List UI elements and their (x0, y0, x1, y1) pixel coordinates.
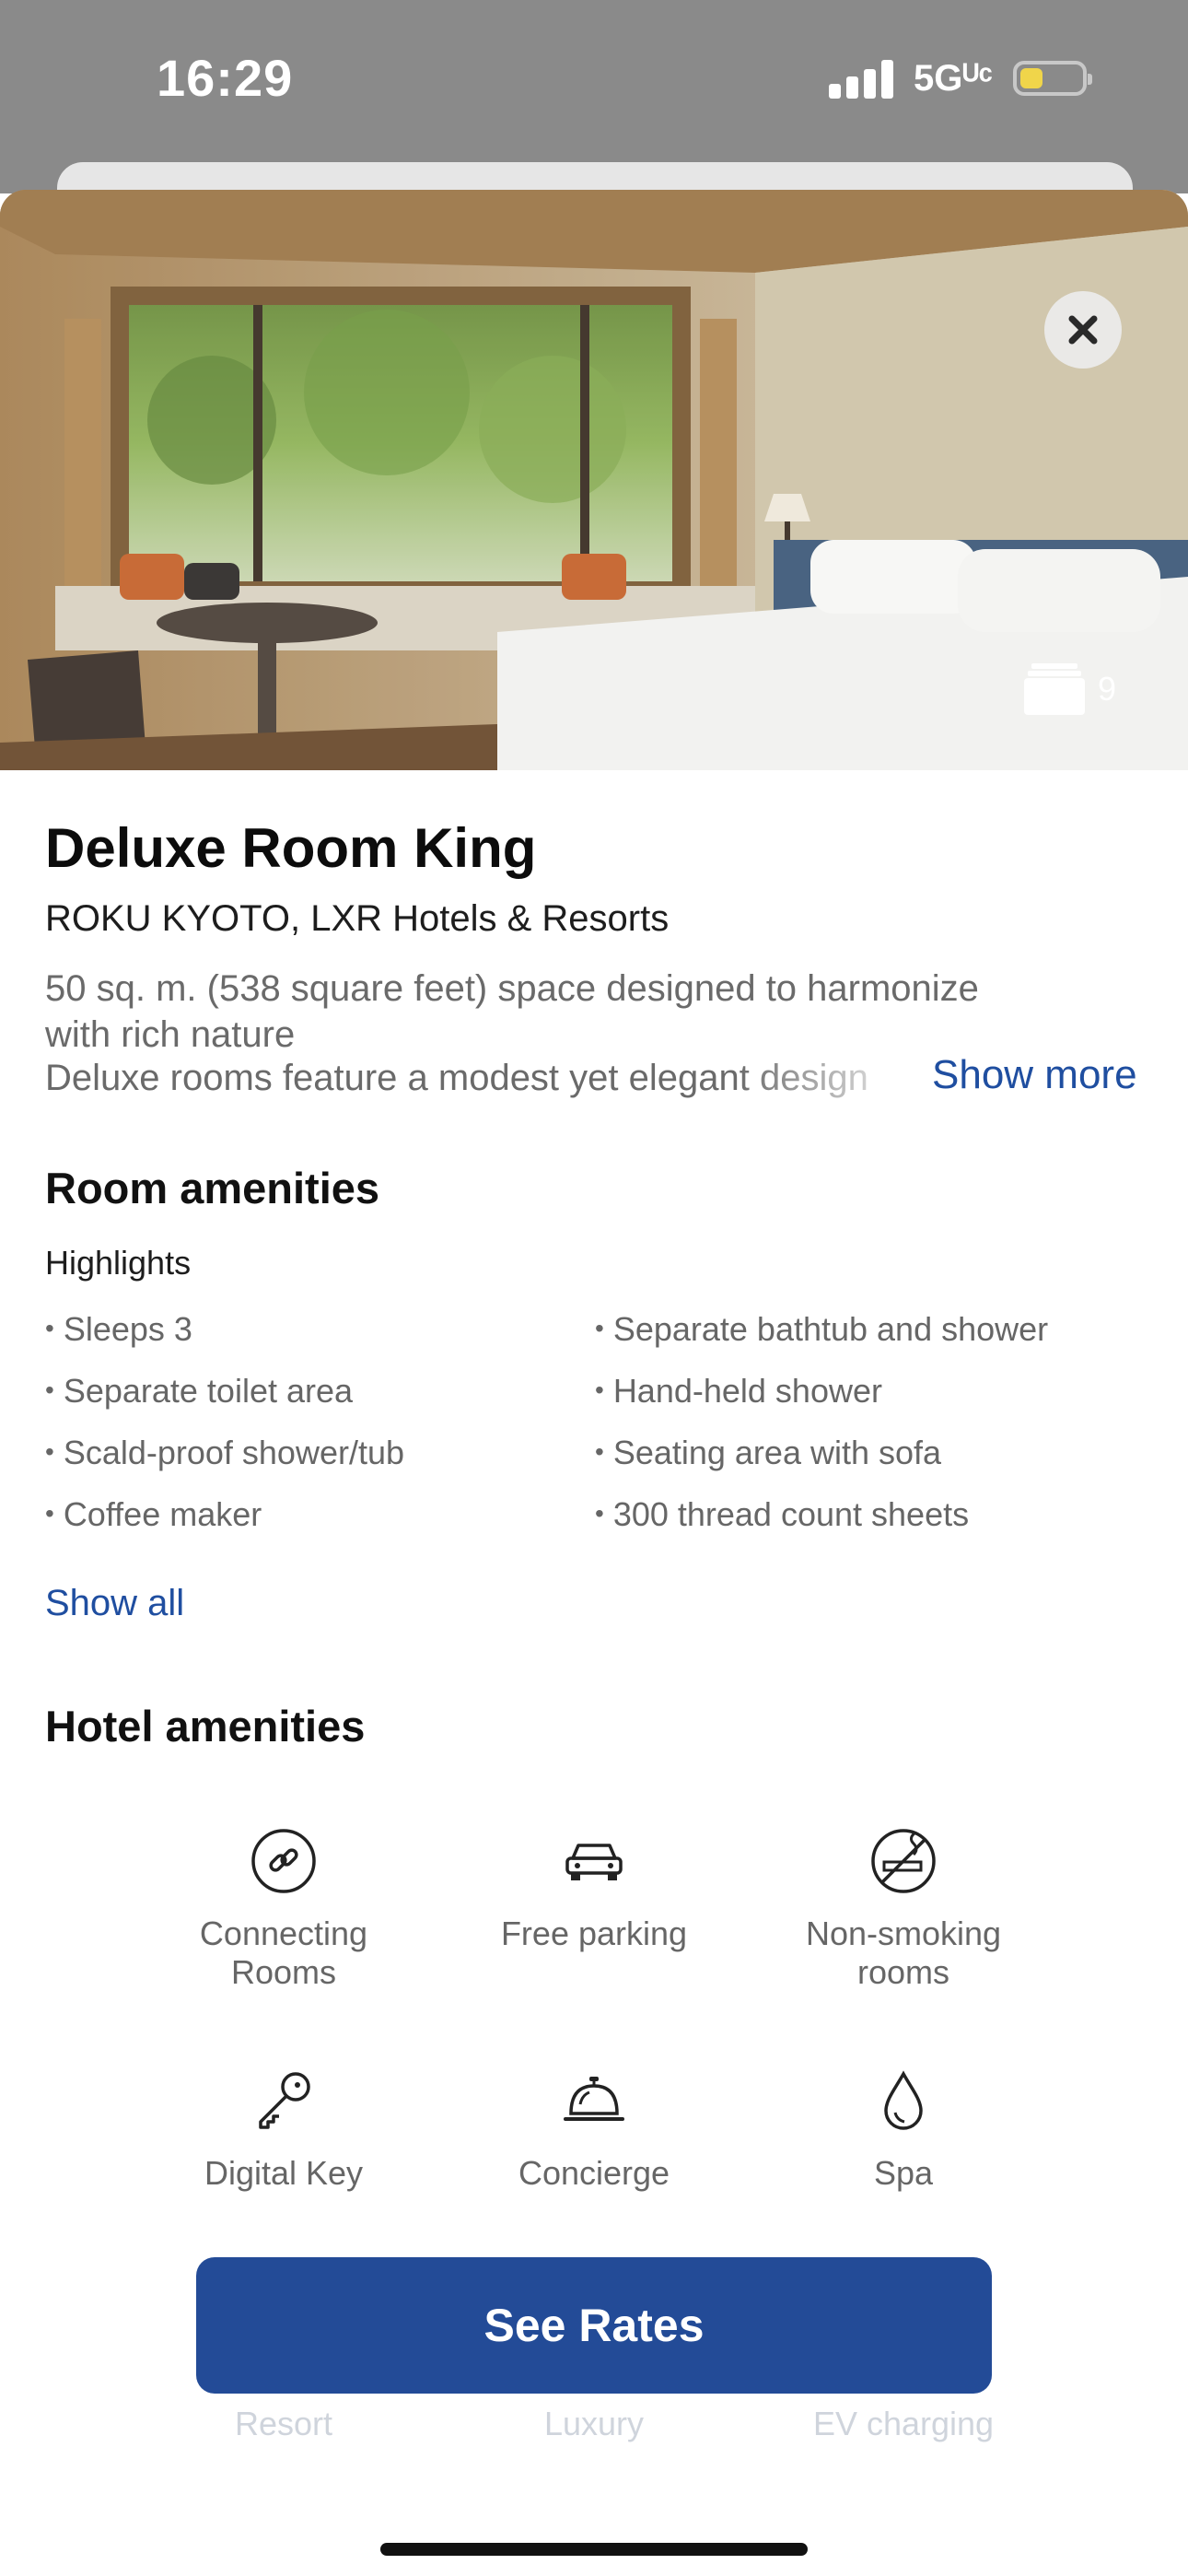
battery-icon (1013, 61, 1092, 96)
hotel-amenity-non-smoking: Non-smoking rooms (751, 1824, 1055, 1992)
room-photo[interactable] (0, 190, 1188, 770)
hotel-name: ROKU KYOTO, LXR Hotels & Resorts (45, 898, 670, 939)
hotel-amenity-digital-key: Digital Key (132, 2064, 436, 2193)
show-more-link[interactable]: Show more (932, 1052, 1137, 1098)
bell-icon (557, 2064, 631, 2137)
amenity-item: • Sleeps 3 (45, 1310, 192, 1348)
description-line-3: Deluxe rooms feature a modest yet elegan… (45, 1058, 868, 1098)
drop-icon (867, 2064, 940, 2137)
hotel-amenity-resort: Resort (234, 2405, 333, 2442)
amenity-item: • Separate toilet area (45, 1372, 354, 1410)
amenity-item: • Separate bathtub and shower (595, 1310, 1049, 1348)
room-amenities-heading: Room amenities (45, 1164, 380, 1212)
photos-stack-icon (1024, 663, 1085, 715)
hotel-amenity-concierge: Concierge (442, 2064, 746, 2193)
close-icon (1068, 315, 1098, 345)
hotel-amenities-heading: Hotel amenities (45, 1702, 366, 1751)
room-title: Deluxe Room King (45, 817, 537, 879)
hotel-amenity-luxury: Luxury (543, 2405, 645, 2442)
hotel-amenity-ev-charging: EV charging (812, 2405, 995, 2442)
car-icon (557, 1824, 631, 1898)
description-line-2: with rich nature (45, 1014, 296, 1055)
close-button[interactable] (1044, 291, 1122, 369)
network-type: 5Gᵁᶜ (914, 57, 993, 99)
home-indicator[interactable] (380, 2543, 808, 2556)
photo-count: 9 (1098, 670, 1117, 708)
see-rates-button[interactable]: See Rates (196, 2257, 992, 2394)
highlights-label: Highlights (45, 1244, 192, 1282)
description-line-1: 50 sq. m. (538 square feet) space design… (45, 968, 979, 1009)
hotel-amenity-free-parking: Free parking (442, 1824, 746, 1953)
photo-count-badge[interactable]: 9 (1024, 663, 1116, 715)
status-time: 16:29 (157, 49, 294, 107)
hotel-amenity-spa: Spa (751, 2064, 1055, 2193)
room-photo-illustration (0, 190, 1188, 770)
amenity-item: • 300 thread count sheets (595, 1495, 970, 1533)
no-smoking-icon (867, 1824, 940, 1898)
status-icons: 5Gᵁᶜ (829, 55, 1092, 101)
amenity-item: • Hand-held shower (595, 1372, 882, 1410)
show-all-link[interactable]: Show all (45, 1583, 184, 1624)
hotel-amenity-connecting-rooms: Connecting Rooms (132, 1824, 436, 1992)
key-icon (247, 2064, 320, 2137)
amenity-item: • Scald-proof shower/tub (45, 1434, 405, 1471)
room-description: 50 sq. m. (538 square feet) space design… (45, 966, 1104, 1058)
amenity-item: • Seating area with sofa (595, 1434, 942, 1471)
cellular-signal-icon (829, 58, 894, 99)
link-icon (247, 1824, 320, 1898)
amenity-item: • Coffee maker (45, 1495, 262, 1533)
